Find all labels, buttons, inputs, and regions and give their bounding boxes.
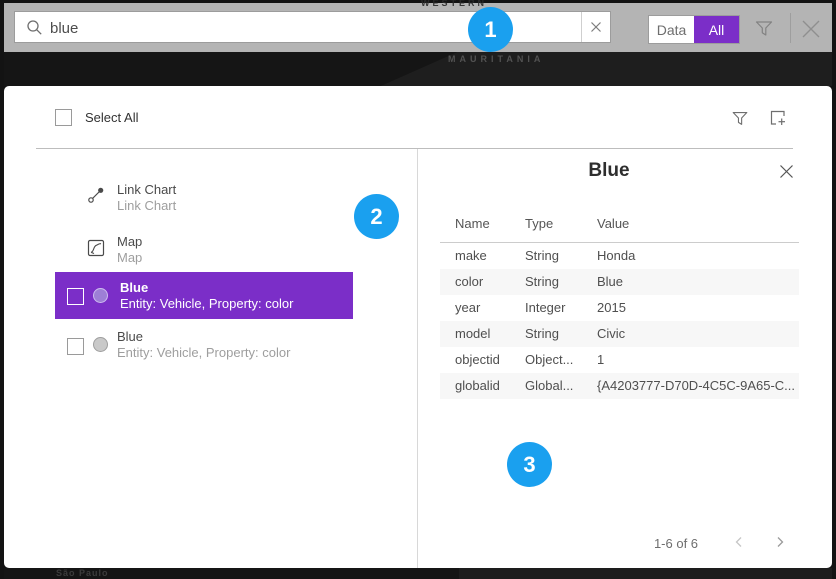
result-item-link-chart[interactable]: Link Chart Link Chart <box>55 178 353 218</box>
close-search-icon[interactable] <box>798 16 824 42</box>
toolbar-divider <box>790 13 791 43</box>
cell-name: make <box>455 248 523 263</box>
select-all-label: Select All <box>85 110 138 125</box>
result-title: Map <box>117 234 142 250</box>
search-results-panel: Select All Link Chart Link Chart Map <box>4 86 832 568</box>
search-toolbar: Data All <box>4 3 832 52</box>
list-details-divider <box>417 149 418 568</box>
next-page-icon[interactable] <box>772 534 788 550</box>
cell-name: globalid <box>455 378 523 393</box>
result-checkbox[interactable] <box>67 338 84 355</box>
result-subtitle: Entity: Vehicle, Property: color <box>120 296 293 311</box>
map-country-shape <box>352 52 832 86</box>
table-row: model String Civic <box>440 321 799 347</box>
map-label-mauritania: MAURITANIA <box>448 54 544 64</box>
cell-value: {A4203777-D70D-4C5C-9A65-C... <box>597 378 797 393</box>
clear-search-button[interactable] <box>582 12 610 42</box>
cell-type: Integer <box>525 300 595 315</box>
annotation-marker-2: 2 <box>354 194 399 239</box>
cell-type: Object... <box>525 352 595 367</box>
cell-value: Blue <box>597 274 797 289</box>
link-chart-icon <box>87 186 105 204</box>
result-subtitle: Link Chart <box>117 198 176 213</box>
map-icon <box>87 239 105 257</box>
cell-type: String <box>525 248 595 263</box>
search-mode-toggle: Data All <box>648 15 740 44</box>
result-title: Link Chart <box>117 182 176 198</box>
column-header-value: Value <box>597 216 797 231</box>
result-title: Blue <box>117 329 290 345</box>
result-item-map[interactable]: Map Map <box>55 230 353 270</box>
pagination-label: 1-6 of 6 <box>636 536 716 551</box>
details-title: Blue <box>418 160 800 182</box>
annotation-marker-1: 1 <box>468 7 513 52</box>
cell-name: color <box>455 274 523 289</box>
select-all-checkbox[interactable] <box>55 109 72 126</box>
table-row: make String Honda <box>440 243 799 269</box>
entity-circle-icon <box>93 337 108 352</box>
annotation-marker-3: 3 <box>507 442 552 487</box>
filter-icon[interactable] <box>753 17 775 39</box>
close-details-icon[interactable] <box>778 163 795 180</box>
results-filter-icon[interactable] <box>730 108 750 128</box>
column-header-name: Name <box>455 216 523 231</box>
entity-circle-icon <box>93 288 108 303</box>
app-window: WESTERN MAURITANIA São Paulo Data All S <box>0 0 836 579</box>
table-row: objectid Object... 1 <box>440 347 799 373</box>
map-label-western-sahara: WESTERN <box>421 0 487 8</box>
table-row: color String Blue <box>440 269 799 295</box>
attribute-table: make String Honda color String Blue year… <box>440 243 799 399</box>
cell-name: objectid <box>455 352 523 367</box>
toggle-option-data[interactable]: Data <box>649 16 694 43</box>
map-label-sao-paulo: São Paulo <box>56 568 109 578</box>
result-item-blue[interactable]: Blue Entity: Vehicle, Property: color <box>55 325 353 369</box>
cell-type: String <box>525 274 595 289</box>
cell-value: Honda <box>597 248 797 263</box>
result-item-blue-selected[interactable]: Blue Entity: Vehicle, Property: color <box>55 272 353 319</box>
cell-type: Global... <box>525 378 595 393</box>
map-background-bottom <box>4 568 832 579</box>
table-row: year Integer 2015 <box>440 295 799 321</box>
cell-name: model <box>455 326 523 341</box>
column-header-type: Type <box>525 216 595 231</box>
panel-header-divider <box>36 148 793 149</box>
table-row: globalid Global... {A4203777-D70D-4C5C-9… <box>440 373 799 399</box>
result-subtitle: Entity: Vehicle, Property: color <box>117 345 290 360</box>
cell-value: 1 <box>597 352 797 367</box>
search-icon <box>26 19 43 36</box>
add-to-selection-icon[interactable] <box>768 108 788 128</box>
result-title: Blue <box>120 280 293 296</box>
toggle-option-all[interactable]: All <box>694 16 739 43</box>
cell-value: 2015 <box>597 300 797 315</box>
map-background <box>4 52 832 86</box>
search-box <box>14 11 611 43</box>
cell-name: year <box>455 300 523 315</box>
attribute-table-header: Name Type Value <box>440 212 799 243</box>
result-subtitle: Map <box>117 250 142 265</box>
map-country-shape <box>459 568 832 579</box>
result-checkbox[interactable] <box>67 288 84 305</box>
cell-type: String <box>525 326 595 341</box>
previous-page-icon[interactable] <box>731 534 747 550</box>
cell-value: Civic <box>597 326 797 341</box>
